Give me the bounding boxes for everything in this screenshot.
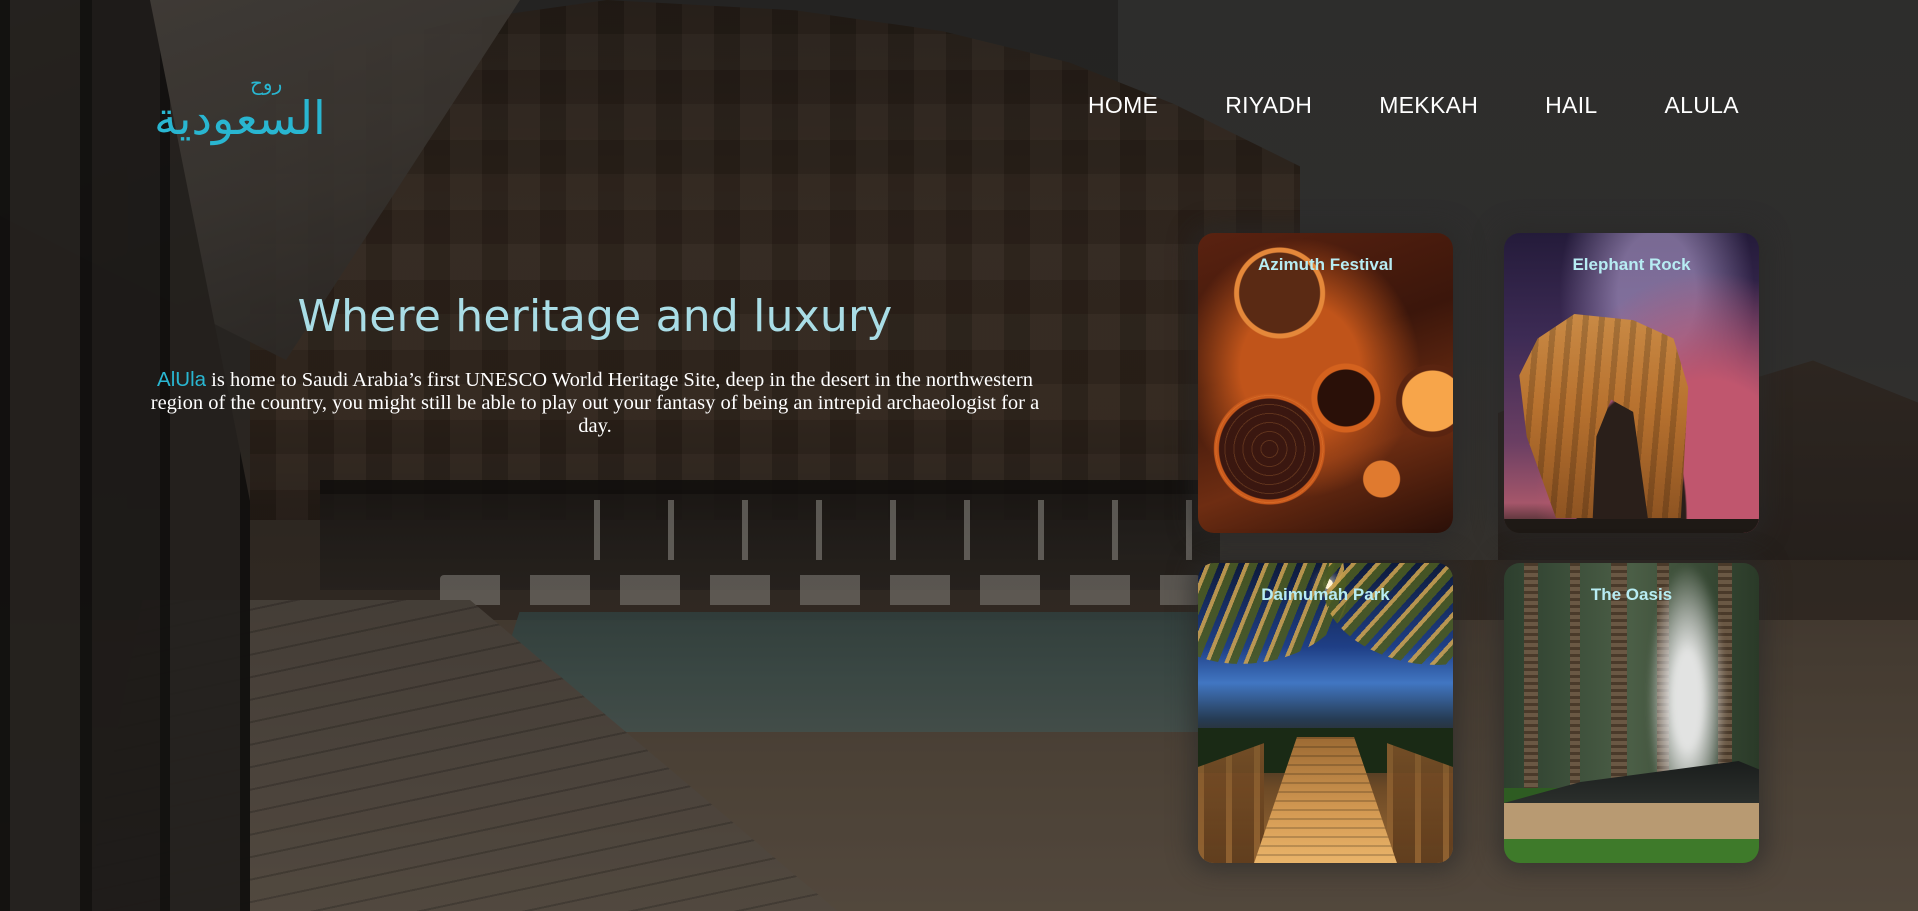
logo-text-large: السعودية [154, 91, 322, 146]
elephant-rock-shape [1519, 314, 1689, 518]
card-title: Elephant Rock [1572, 255, 1691, 274]
elephant-rock-ground [1504, 519, 1759, 533]
card-azimuth-festival[interactable]: Azimuth Festival [1198, 233, 1453, 533]
dark-sculpture [1504, 761, 1759, 803]
bridge-rail-left [1198, 743, 1265, 863]
elephant-rock-image [1504, 233, 1759, 533]
card-the-oasis[interactable]: The Oasis [1504, 563, 1759, 863]
hero-title: Where heritage and luxury [297, 291, 893, 342]
site-logo-graphic: روح السعودية [154, 71, 326, 146]
card-title: Azimuth Festival [1257, 255, 1394, 274]
card-title: Daimumah Park [1261, 585, 1390, 604]
hero-accent-word[interactable]: AlUla [157, 368, 206, 391]
daimumah-park-image [1198, 563, 1453, 863]
nav-item-home[interactable]: HOME [1088, 92, 1158, 119]
site-logo[interactable]: روح السعودية [152, 62, 326, 152]
hero-description: AlUla is home to Saudi Arabia’s first UN… [150, 368, 1040, 438]
nav-item-mekkah[interactable]: MEKKAH [1379, 92, 1478, 119]
nav-item-hail[interactable]: HAIL [1545, 92, 1597, 119]
azimuth-festival-image [1198, 233, 1453, 533]
hero-description-text: is home to Saudi Arabia’s first UNESCO W… [150, 369, 1040, 437]
card-elephant-rock[interactable]: Elephant Rock [1504, 233, 1759, 533]
main-nav: HOME RIYADH MEKKAH HAIL ALULA [1088, 92, 1739, 119]
bridge-rail-right [1386, 743, 1453, 863]
nav-item-riyadh[interactable]: RIYADH [1225, 92, 1312, 119]
wooden-bridge [1254, 737, 1397, 863]
card-title: The Oasis [1590, 585, 1673, 604]
nav-item-alula[interactable]: ALULA [1664, 92, 1738, 119]
oasis-image [1504, 563, 1759, 863]
card-daimumah-park[interactable]: Daimumah Park [1198, 563, 1453, 863]
